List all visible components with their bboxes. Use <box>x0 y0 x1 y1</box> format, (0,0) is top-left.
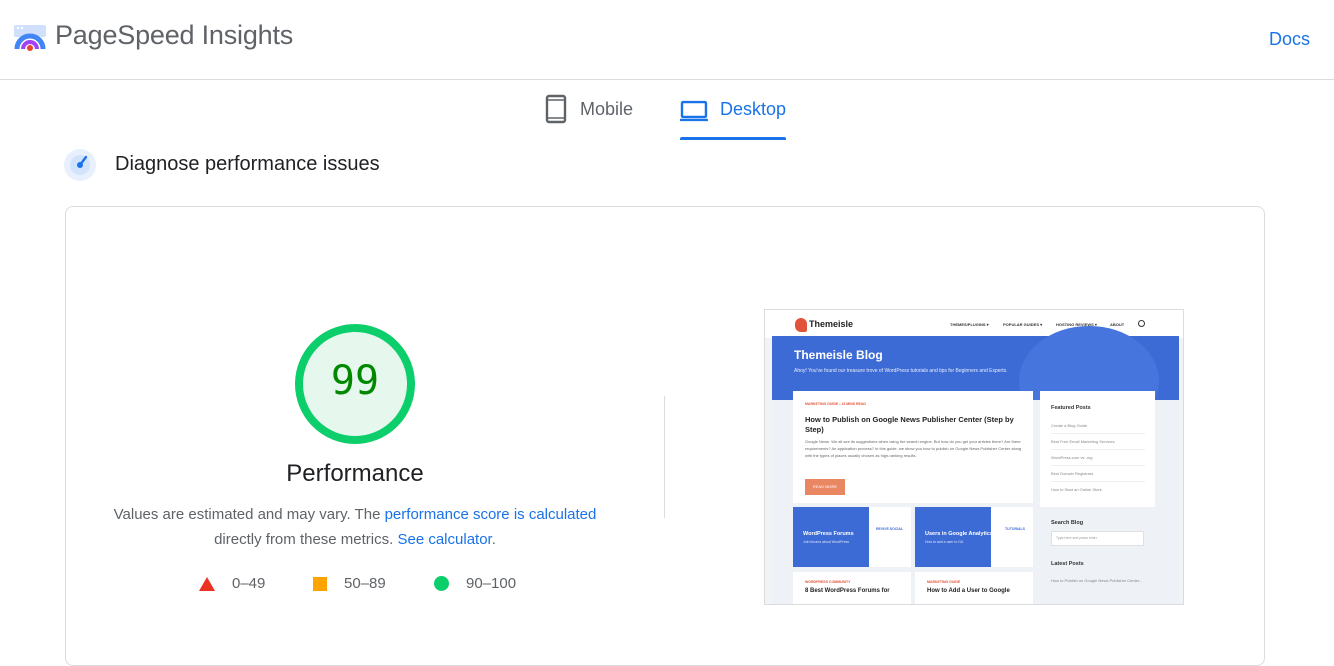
top-header: PageSpeed Insights Docs <box>0 0 1334 80</box>
compass-gauge-icon <box>64 149 96 181</box>
device-tabs: Mobile Desktop <box>0 80 1334 140</box>
screenshot-post-excerpt: Google News. We all see its suggestions … <box>805 439 1022 458</box>
separator <box>1051 433 1145 434</box>
screenshot-menu-item: ABOUT <box>1110 322 1125 327</box>
screenshot-search-icon <box>1138 320 1145 327</box>
pagespeed-logo-icon <box>14 25 46 51</box>
screenshot-post-title: 8 Best WordPress Forums for <box>805 588 890 594</box>
separator <box>1051 481 1145 482</box>
screenshot-post-title: How to Add a User to Google <box>927 588 1010 594</box>
screenshot-read-more: READ MORE <box>805 479 845 495</box>
screenshot-card-logo: TUTORIALS <box>1005 527 1025 531</box>
legend-poor: 0–49 <box>199 575 265 592</box>
docs-link[interactable]: Docs <box>1269 29 1310 50</box>
green-circle-icon <box>434 576 449 591</box>
screenshot-post: MARKETING GUIDE • 13 MINS READ How to Pu… <box>793 391 1033 503</box>
desc-suffix: . <box>491 531 496 548</box>
page-screenshot: Themeisle THEMES/PLUGINS ▾ POPULAR GUIDE… <box>764 309 1184 605</box>
tab-desktop-label: Desktop <box>719 99 786 119</box>
screenshot-card: WordPress Forums Join forums about WordP… <box>793 507 911 567</box>
screenshot-post-meta: MARKETING GUIDE • 13 MINS READ <box>805 402 866 406</box>
tab-desktop[interactable]: Desktop <box>680 94 786 140</box>
desc-mid: directly from these metrics. <box>214 531 398 548</box>
section-title: Diagnose performance issues <box>115 153 380 175</box>
tab-mobile-label: Mobile <box>580 99 634 119</box>
screenshot-search-box: Type here and press enter <box>1051 531 1144 546</box>
performance-title: Performance <box>286 460 424 487</box>
legend-good-range: 90–100 <box>466 575 517 592</box>
performance-description: Values are estimated and may vary. The p… <box>100 502 610 552</box>
screenshot-post-meta: MARKETING GUIDE <box>927 580 961 584</box>
screenshot-sidebar: Featured Posts Create a Blog Guide Best … <box>1040 391 1155 507</box>
screenshot-post-meta: WORDPRESS COMMUNITY <box>805 580 851 584</box>
card-illustration <box>991 507 1033 567</box>
orange-square-icon <box>313 576 327 591</box>
screenshot-featured-link: Best Free Email Marketing Services <box>1051 439 1115 444</box>
app-title: PageSpeed Insights <box>55 20 294 50</box>
screenshot-featured-heading: Featured Posts <box>1051 405 1091 411</box>
screenshot-card-title: Users in Google Analytics <box>925 531 993 537</box>
screenshot-post: MARKETING GUIDE How to Add a User to Goo… <box>915 572 1033 604</box>
screenshot-latest-heading: Latest Posts <box>1051 561 1084 567</box>
screenshot-menu-item: THEMES/PLUGINS ▾ <box>950 322 989 327</box>
screenshot-featured-link: Best Domain Registrars <box>1051 471 1094 476</box>
separator <box>1051 465 1145 466</box>
phone-icon <box>545 94 567 124</box>
calculator-link[interactable]: See calculator <box>397 531 491 548</box>
legend-poor-range: 0–49 <box>232 575 266 592</box>
screenshot-featured-link: How to Start an Online Store <box>1051 487 1102 492</box>
screenshot-card-sub: How to add a user to GA <box>925 540 964 544</box>
legend-needs-improvement: 50–89 <box>313 575 386 592</box>
screenshot-card-logo: REVIVE.SOCIAL <box>875 527 903 531</box>
legend-average-range: 50–89 <box>344 575 386 592</box>
legend-good: 90–100 <box>434 575 516 592</box>
performance-score: 99 <box>330 358 380 404</box>
screenshot-blog-subtitle: Ahoy! You've found our treasure trove of… <box>794 368 1008 374</box>
separator <box>1051 449 1145 450</box>
screenshot-post: WORDPRESS COMMUNITY 8 Best WordPress For… <box>793 572 911 604</box>
vertical-divider <box>664 396 665 518</box>
screenshot-featured-link: WordPress.com vs .org <box>1051 455 1093 460</box>
screenshot-card-title: WordPress Forums <box>803 531 854 537</box>
screenshot-search-heading: Search Blog <box>1051 520 1084 526</box>
screenshot-post-title: How to Publish on Google News Publisher … <box>805 415 1014 434</box>
screenshot-card-sub: Join forums about WordPress <box>803 540 850 544</box>
laptop-icon <box>680 100 708 122</box>
card-illustration <box>869 507 911 567</box>
screenshot-blog-title: Themeisle Blog <box>794 348 883 362</box>
screenshot-latest-link: How to Publish on Google News Publisher … <box>1051 578 1143 583</box>
desc-prefix: Values are estimated and may vary. The <box>113 506 385 523</box>
screenshot-card: Users in Google Analytics How to add a u… <box>915 507 1033 567</box>
themeisle-logo-icon <box>795 318 807 332</box>
screenshot-logo: Themeisle <box>809 319 854 329</box>
screenshot-menu-item: POPULAR GUIDES ▾ <box>1003 322 1043 327</box>
screenshot-featured-link: Create a Blog Guide <box>1051 423 1088 428</box>
red-triangle-icon <box>199 576 215 591</box>
score-calculation-link[interactable]: performance score is calculated <box>385 506 597 523</box>
tab-mobile[interactable]: Mobile <box>544 94 654 140</box>
